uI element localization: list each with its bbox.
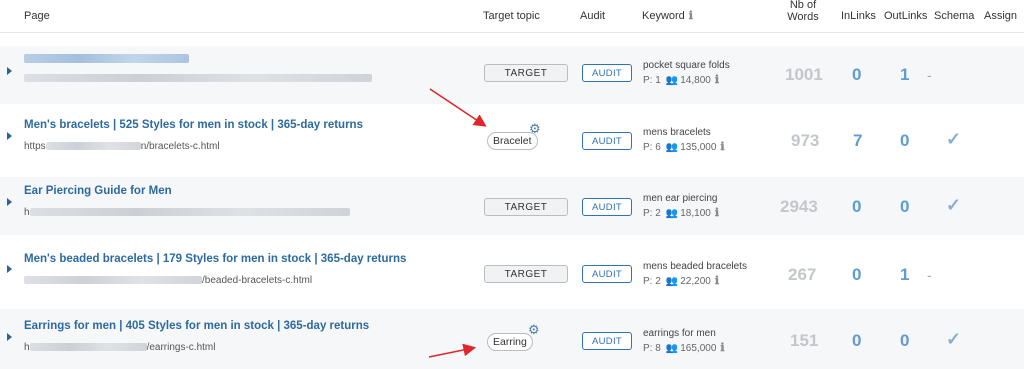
annotation-arrows (428, 88, 487, 358)
annotation-arrow (429, 88, 487, 127)
annotation-arrow (428, 343, 477, 358)
